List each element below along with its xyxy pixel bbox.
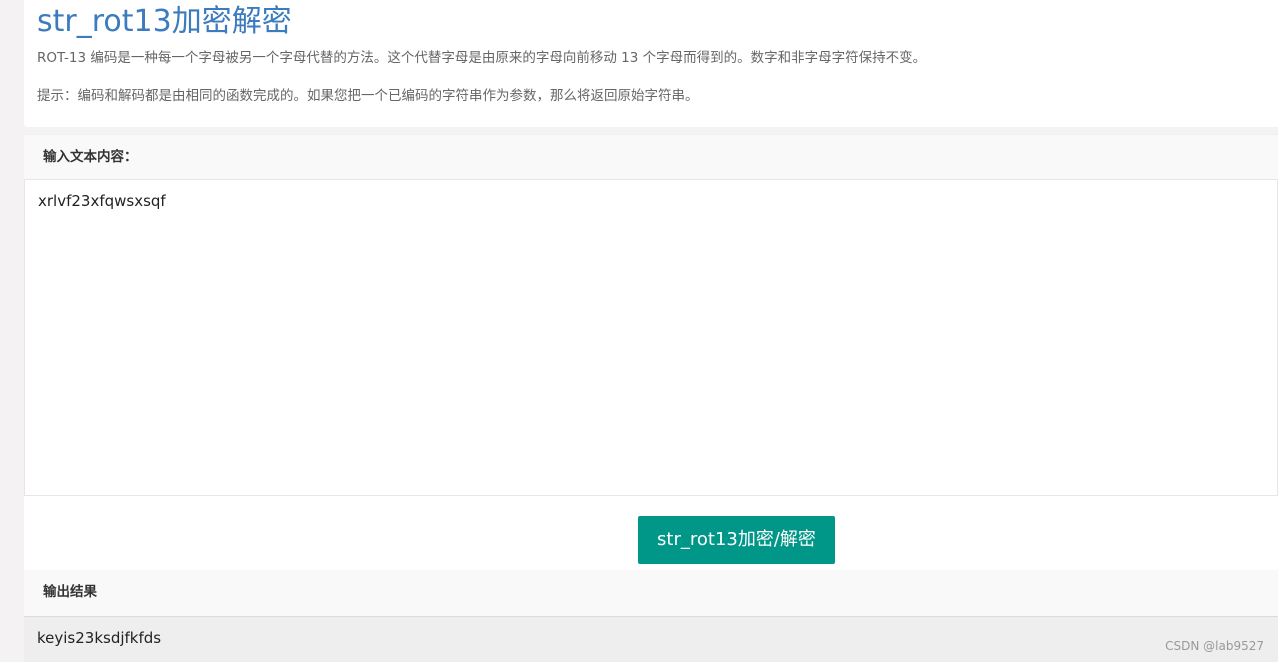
- input-label: 输入文本内容：: [43, 149, 138, 165]
- description-text: ROT-13 编码是一种每一个字母被另一个字母代替的方法。这个代替字母是由原来的…: [37, 50, 927, 66]
- output-label-bar: 输出结果: [24, 570, 1278, 616]
- output-box[interactable]: keyis23ksdjfkfds CSDN @lab9527: [24, 616, 1278, 662]
- hint-text: 提示：编码和解码都是由相同的函数完成的。如果您把一个已编码的字符串作为参数，那么…: [37, 88, 699, 104]
- page-title: str_rot13加密解密: [37, 4, 292, 39]
- tool-page: str_rot13加密解密 ROT-13 编码是一种每一个字母被另一个字母代替的…: [24, 0, 1278, 662]
- input-label-bar: 输入文本内容：: [24, 134, 1278, 179]
- input-textarea[interactable]: xrlvf23xfqwsxsqf: [24, 179, 1278, 496]
- header-card: str_rot13加密解密 ROT-13 编码是一种每一个字母被另一个字母代替的…: [24, 0, 1278, 127]
- output-label: 输出结果: [43, 584, 97, 600]
- button-row: str_rot13加密/解密: [24, 496, 1278, 570]
- watermark: CSDN @lab9527: [1165, 639, 1264, 653]
- output-text: keyis23ksdjfkfds: [37, 629, 162, 647]
- rot13-convert-button[interactable]: str_rot13加密/解密: [638, 516, 835, 564]
